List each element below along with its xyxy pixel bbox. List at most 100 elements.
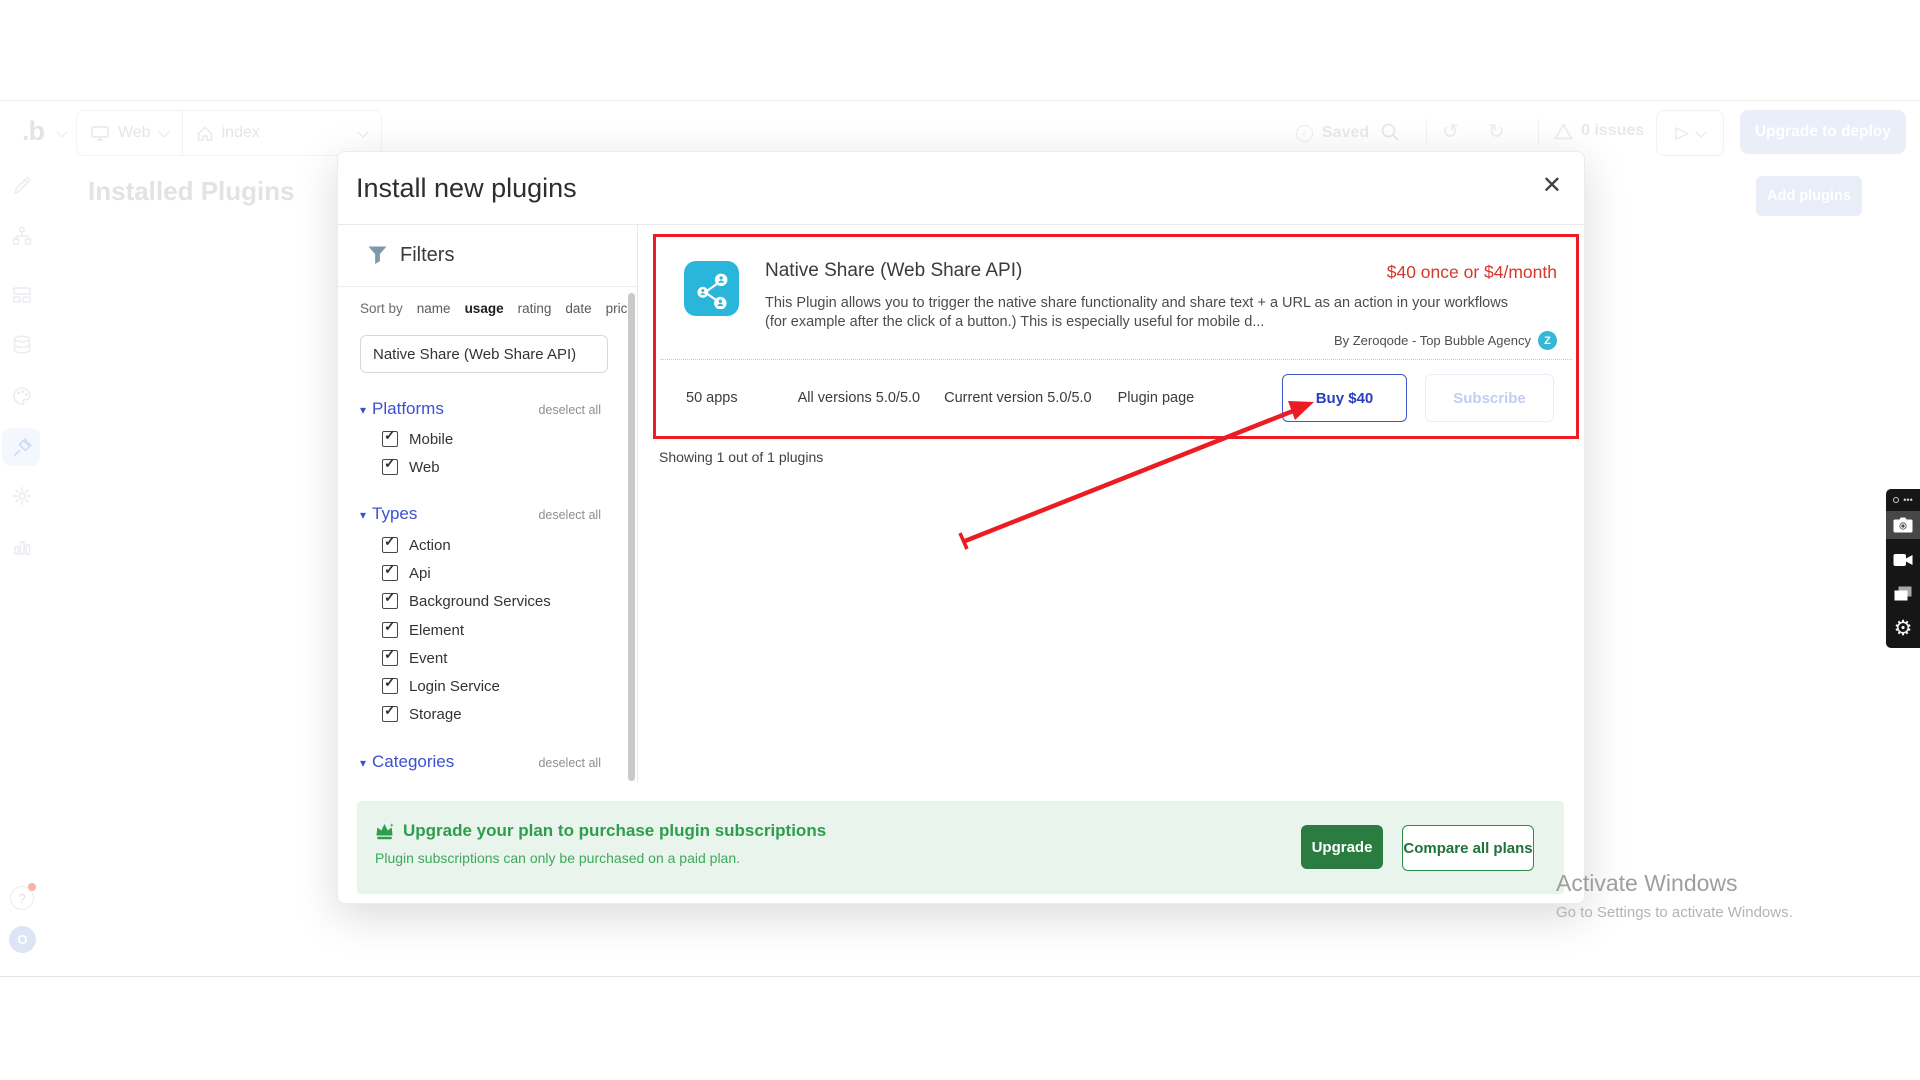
apps-count: 50 apps — [686, 390, 738, 406]
deselect-all-link[interactable]: deselect all — [538, 756, 601, 770]
filters-scrollbar[interactable] — [628, 293, 635, 781]
sort-option-name[interactable]: name — [417, 301, 451, 316]
search-icon[interactable] — [1380, 122, 1400, 147]
screenshot-tool-button[interactable] — [1886, 511, 1920, 539]
undo-icon[interactable]: ↺ — [1442, 122, 1459, 142]
page-label: index — [222, 124, 260, 142]
compare-all-plans-button[interactable]: Compare all plans — [1402, 825, 1534, 871]
deselect-all-link[interactable]: deselect all — [538, 403, 601, 417]
capture-window-button[interactable] — [1886, 580, 1920, 608]
sitemap-icon — [11, 225, 33, 247]
bubble-logo[interactable]: .b — [22, 116, 44, 147]
play-icon: ▷ — [1675, 123, 1688, 143]
banner-title: Upgrade your plan to purchase plugin sub… — [403, 821, 826, 841]
filter-item-web: Web — [382, 456, 440, 478]
capture-menu-dots[interactable]: ••• — [1893, 495, 1912, 505]
plugin-logo — [684, 261, 739, 316]
checkbox-checked-icon[interactable] — [382, 650, 398, 666]
filters-panel: Filters Sort by name usage rating date p… — [338, 225, 638, 783]
plugin-name: Native Share (Web Share API) — [765, 260, 1022, 282]
all-versions-rating: All versions 5.0/5.0 — [798, 390, 921, 406]
checkbox-checked-icon[interactable] — [382, 593, 398, 609]
banner-title-row: Upgrade your plan to purchase plugin sub… — [375, 821, 826, 841]
section-collapse-icon: ▾ — [360, 403, 366, 417]
logo-chevron-icon[interactable] — [56, 126, 67, 137]
plug-icon — [11, 435, 33, 457]
sort-option-rating[interactable]: rating — [518, 301, 552, 316]
checkbox-checked-icon[interactable] — [382, 537, 398, 553]
sidebar-item-design[interactable] — [11, 174, 33, 196]
filter-funnel-icon — [368, 246, 387, 265]
section-label: ▾Platforms — [360, 399, 444, 419]
issues-indicator[interactable]: 0 issues — [1554, 122, 1644, 140]
bubble-editor-page: .b Web index ✓ Saved ↺ ↻ 0 issues ▷ Upgr… — [0, 0, 1920, 1080]
sort-option-usage[interactable]: usage — [465, 301, 504, 316]
plugin-page-link[interactable]: Plugin page — [1118, 390, 1195, 406]
page-chevron-icon — [357, 126, 368, 137]
upgrade-button[interactable]: Upgrade — [1301, 825, 1383, 869]
results-summary: Showing 1 out of 1 plugins — [659, 449, 823, 465]
record-video-button[interactable] — [1886, 546, 1920, 574]
section-collapse-icon: ▾ — [360, 756, 366, 770]
checkbox-checked-icon[interactable] — [382, 431, 398, 447]
section-label: ▾Types — [360, 504, 417, 524]
bar-chart-icon — [11, 535, 33, 557]
page-bottom-divider — [0, 976, 1920, 977]
preview-chevron-icon — [1695, 126, 1706, 137]
share-network-icon — [692, 269, 732, 309]
plugin-search-input[interactable] — [360, 335, 608, 373]
capture-settings-button[interactable]: ⚙ — [1886, 614, 1920, 642]
gear-icon: ⚙ — [1894, 618, 1913, 639]
section-collapse-icon: ▾ — [360, 508, 366, 522]
upgrade-to-deploy-button[interactable]: Upgrade to deploy — [1740, 110, 1906, 154]
gear-icon — [11, 485, 33, 507]
redo-icon[interactable]: ↻ — [1488, 122, 1505, 142]
install-plugins-modal: Install new plugins ✕ Filters Sort by na… — [337, 151, 1585, 904]
current-version-rating: Current version 5.0/5.0 — [944, 390, 1092, 406]
filter-section-platforms[interactable]: ▾Platforms deselect all — [360, 399, 601, 419]
filter-item-background-services: Background Services — [382, 590, 551, 612]
widgets-icon — [11, 284, 33, 306]
checkbox-checked-icon[interactable] — [382, 565, 398, 581]
sidebar-item-components[interactable] — [11, 284, 33, 306]
sort-option-date[interactable]: date — [565, 301, 591, 316]
filter-section-types[interactable]: ▾Types deselect all — [360, 504, 601, 524]
toolbar-divider — [1426, 119, 1427, 145]
more-dots-icon: ••• — [1903, 495, 1912, 505]
platform-page-selector: Web index — [76, 110, 382, 156]
deselect-all-link[interactable]: deselect all — [538, 508, 601, 522]
filters-header: Filters — [338, 225, 637, 287]
modal-header: Install new plugins ✕ — [338, 152, 1584, 225]
checkbox-checked-icon[interactable] — [382, 459, 398, 475]
crown-icon — [375, 822, 395, 840]
preview-button[interactable]: ▷ — [1656, 110, 1724, 156]
filters-title: Filters — [400, 244, 454, 267]
filter-item-login-service: Login Service — [382, 675, 500, 697]
platform-selector[interactable]: Web — [77, 111, 182, 155]
sidebar-item-workflow[interactable] — [11, 225, 33, 247]
watermark-line2: Go to Settings to activate Windows. — [1556, 904, 1793, 921]
sidebar-item-plugins[interactable] — [11, 435, 33, 457]
filter-item-storage: Storage — [382, 703, 462, 725]
subscribe-button[interactable]: Subscribe — [1425, 374, 1554, 422]
sidebar-item-logs[interactable] — [11, 535, 33, 557]
checkbox-checked-icon[interactable] — [382, 678, 398, 694]
saved-check-icon: ✓ — [1296, 125, 1313, 142]
close-icon[interactable]: ✕ — [1542, 174, 1562, 198]
sidebar-item-data[interactable] — [11, 334, 33, 356]
sidebar-item-styles[interactable] — [11, 385, 33, 407]
page-selector[interactable]: index — [182, 111, 381, 155]
section-label: ▾Categories — [360, 752, 454, 772]
add-plugins-button[interactable]: Add plugins — [1756, 176, 1862, 216]
filter-section-categories[interactable]: ▾Categories deselect all — [360, 752, 601, 772]
checkbox-checked-icon[interactable] — [382, 622, 398, 638]
database-icon — [11, 334, 33, 356]
plugin-results: Native Share (Web Share API) $40 once or… — [638, 225, 1584, 783]
buy-button[interactable]: Buy $40 — [1282, 374, 1407, 422]
camera-icon — [1893, 517, 1913, 533]
user-avatar[interactable]: O — [9, 926, 36, 953]
checkbox-checked-icon[interactable] — [382, 706, 398, 722]
modal-title: Install new plugins — [356, 173, 577, 204]
platform-label: Web — [118, 124, 151, 142]
sidebar-item-settings[interactable] — [11, 485, 33, 507]
